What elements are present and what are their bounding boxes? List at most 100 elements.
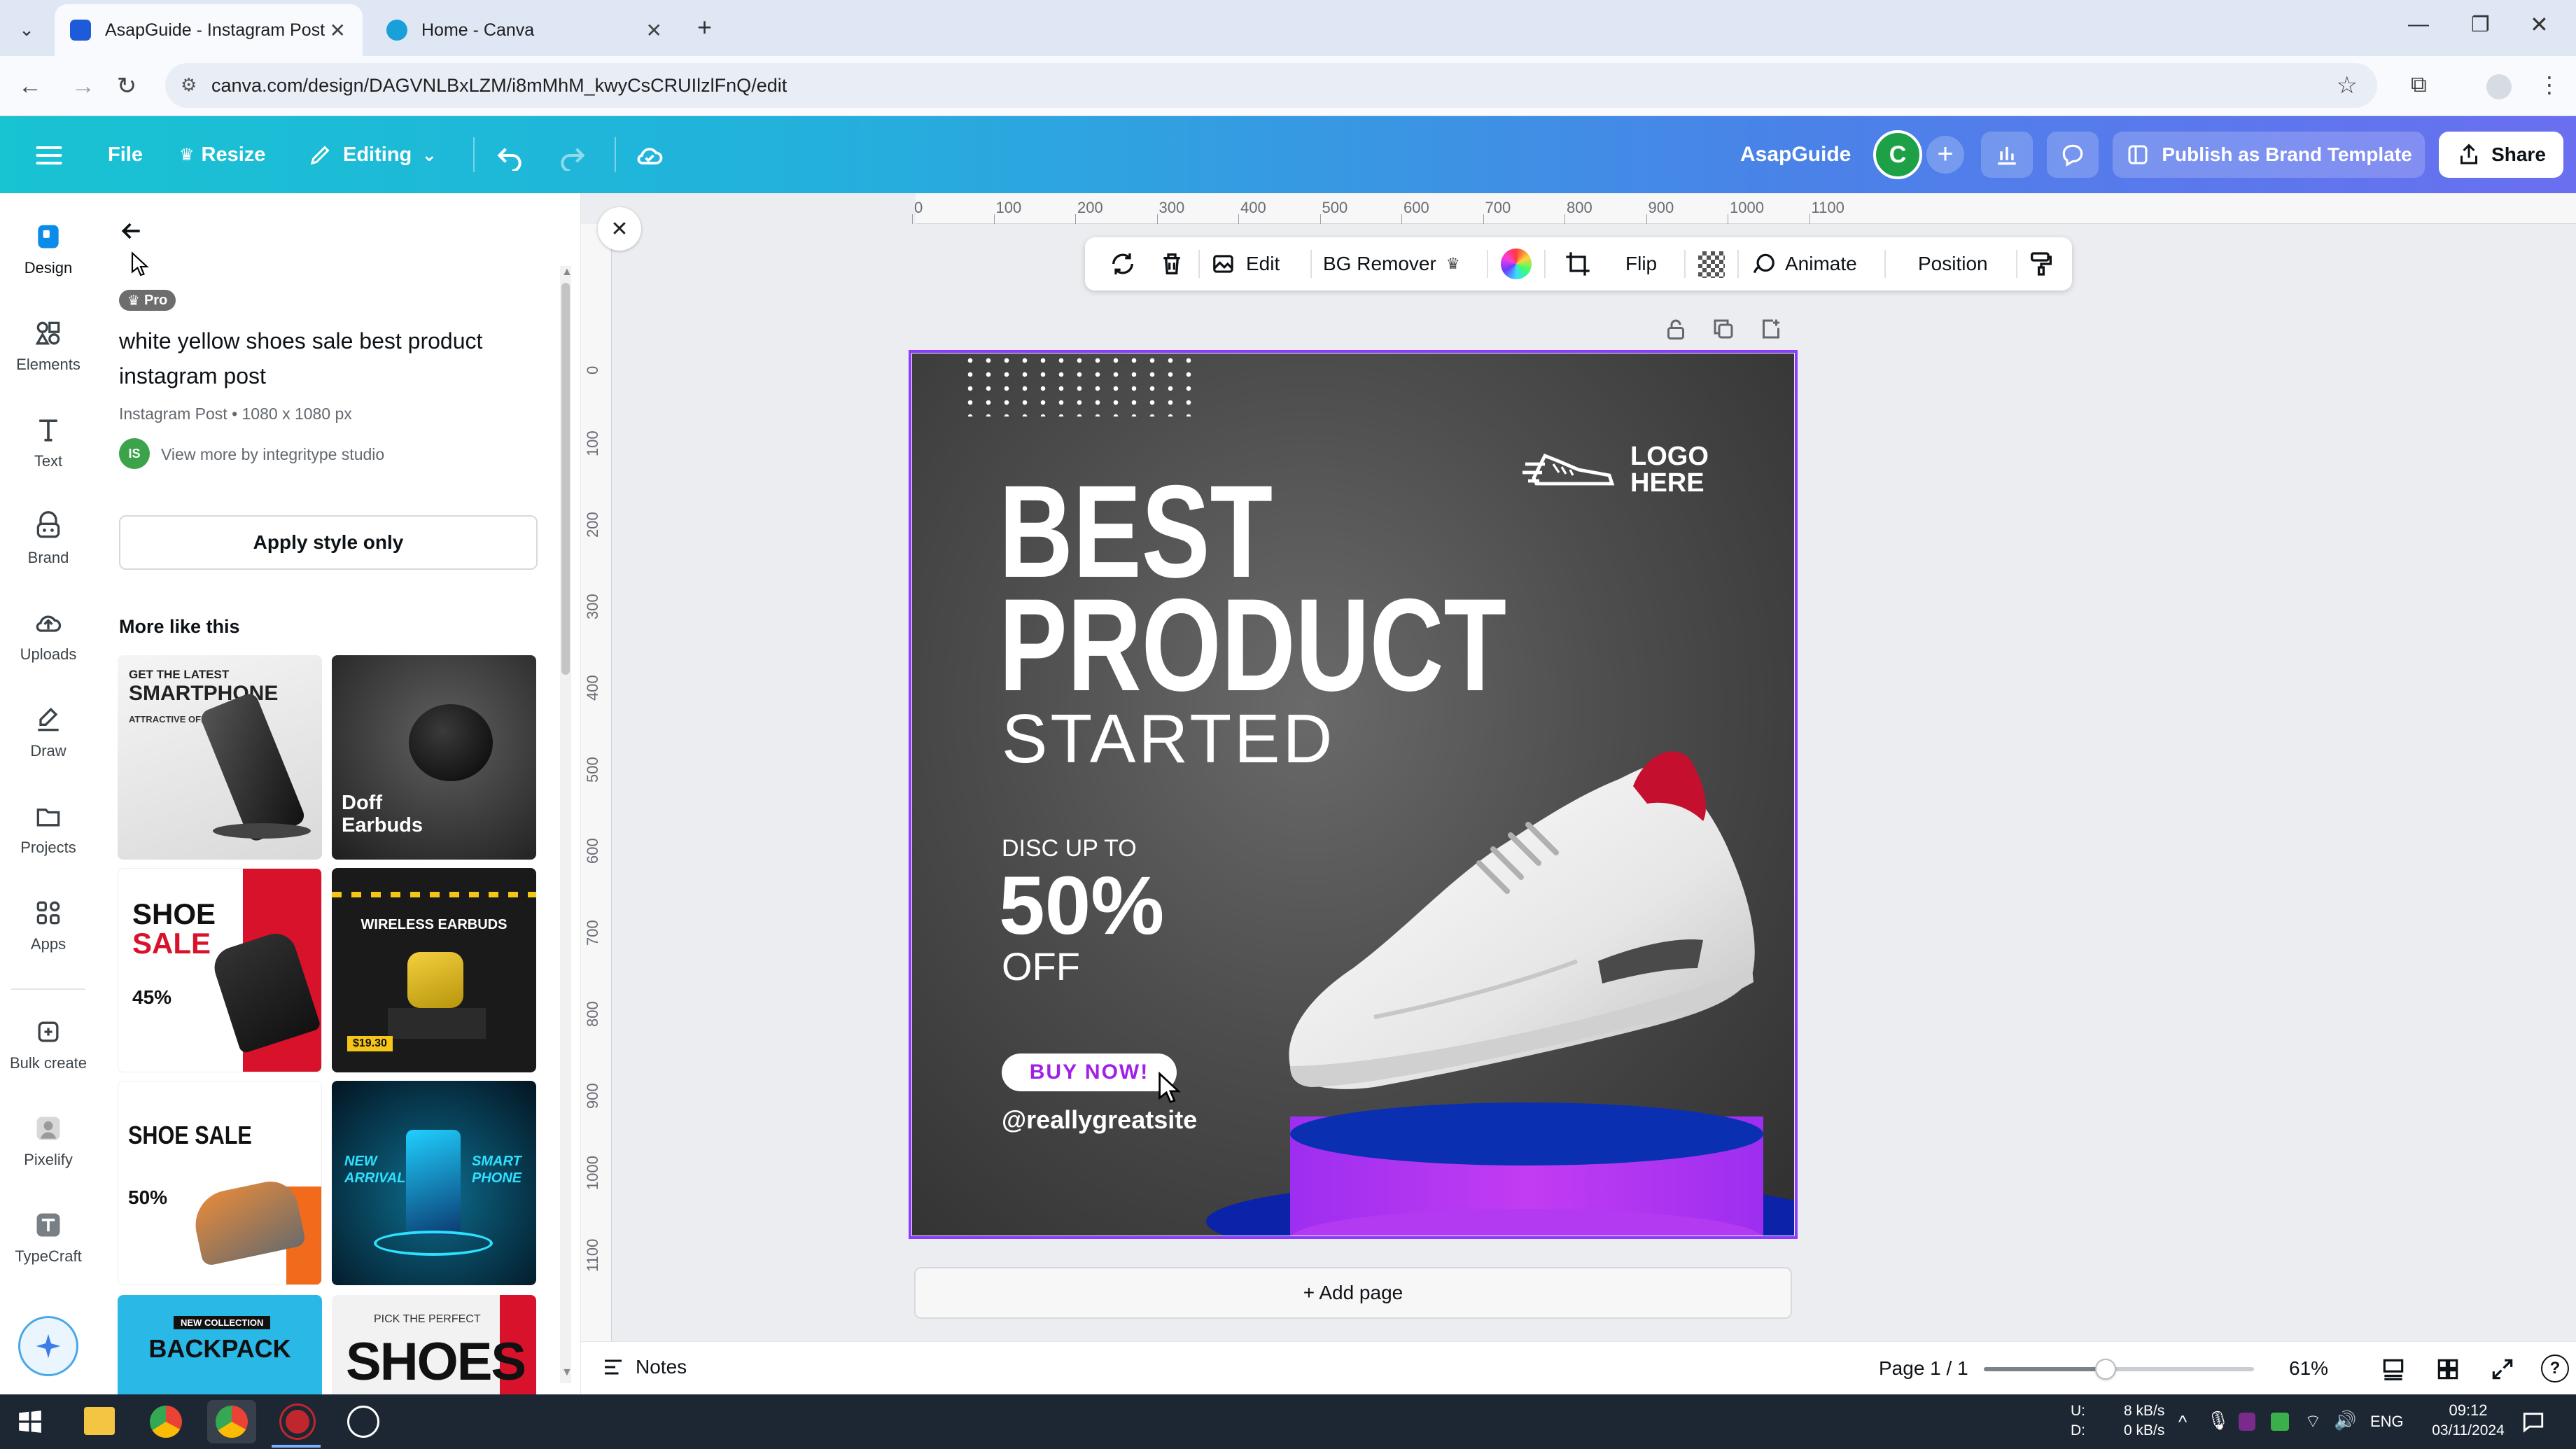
position-button[interactable]: Position	[1918, 237, 1988, 290]
animate-button[interactable]: Animate	[1750, 237, 1857, 290]
bookmark-star-icon[interactable]: ☆	[2337, 71, 2358, 99]
panel-scrollbar-thumb[interactable]	[561, 283, 570, 675]
color-adjust-icon[interactable]	[1501, 248, 1532, 279]
url-field[interactable]: ⚙ canva.com/design/DAGVNLBxLZM/i8mMhM_kw…	[165, 63, 2377, 108]
template-thumb-shoes[interactable]: PICK THE PERFECT SHOES	[332, 1295, 536, 1394]
clock-app-icon[interactable]	[347, 1406, 379, 1438]
flip-button[interactable]: Flip	[1625, 237, 1657, 290]
lock-icon[interactable]	[1663, 316, 1688, 342]
rail-item-elements[interactable]: Elements	[0, 318, 97, 400]
tab-asapguide[interactable]: AsapGuide - Instagram Post ✕	[55, 4, 363, 56]
template-thumb-smartphone[interactable]: GET THE LATEST SMARTPHONE ATTRACTIVE OFF…	[118, 655, 322, 860]
duplicate-page-icon[interactable]	[1711, 316, 1736, 342]
team-name[interactable]: AsapGuide	[1740, 116, 1851, 193]
author-avatar[interactable]: IS	[119, 438, 150, 469]
zoom-level[interactable]: 61%	[2289, 1357, 2328, 1380]
resize-button[interactable]: ♛ Resize	[179, 116, 265, 193]
tray-app-icon[interactable]	[2271, 1413, 2289, 1431]
volume-icon[interactable]: 🔊	[2334, 1410, 2356, 1432]
edit-image-button[interactable]: Edit	[1211, 237, 1280, 290]
wifi-icon[interactable]: ⌔	[2304, 1410, 2321, 1433]
file-explorer-icon[interactable]	[84, 1407, 115, 1435]
transparency-icon[interactable]	[1698, 251, 1725, 278]
copy-style-icon[interactable]	[2027, 250, 2055, 278]
rail-item-projects[interactable]: Projects	[0, 801, 97, 883]
template-thumb-shoe-sale[interactable]: SHOE SALE 45%	[118, 868, 322, 1072]
close-panel-button[interactable]: ✕	[598, 207, 641, 251]
file-menu-button[interactable]: File	[108, 116, 143, 193]
add-page-button[interactable]: + Add page	[914, 1267, 1792, 1319]
page-indicator[interactable]: Page 1 / 1	[1879, 1357, 1968, 1380]
redo-icon[interactable]	[557, 140, 588, 171]
taskbar-active-app[interactable]	[207, 1400, 256, 1443]
minimize-icon[interactable]: —	[2408, 13, 2429, 36]
language-indicator[interactable]: ENG	[2370, 1413, 2404, 1431]
clock-date[interactable]: 03/11/2024	[2429, 1422, 2507, 1439]
comments-button[interactable]	[2047, 132, 2099, 178]
rail-item-typecraft[interactable]: TypeCraft	[0, 1210, 97, 1292]
publish-brand-template-button[interactable]: Publish as Brand Template	[2113, 132, 2425, 178]
template-thumb-shoe-sale-orange[interactable]: SHOE SALE 50%	[118, 1081, 322, 1285]
buy-now-button[interactable]: BUY NOW!	[1002, 1054, 1177, 1091]
notes-button[interactable]: Notes	[601, 1354, 687, 1380]
browser-menu-icon[interactable]: ⋮	[2538, 71, 2561, 98]
tray-chevron-icon[interactable]: ^	[2178, 1411, 2187, 1433]
clock-time[interactable]: 09:12	[2433, 1401, 2503, 1420]
trash-icon[interactable]	[1158, 250, 1186, 278]
hamburger-menu-icon[interactable]	[34, 140, 64, 171]
page-view-icon[interactable]	[2380, 1356, 2407, 1382]
add-page-icon[interactable]	[1758, 316, 1784, 342]
reload-icon[interactable]: ↻	[112, 71, 141, 101]
share-button[interactable]: Share	[2439, 132, 2563, 178]
new-tab-icon[interactable]: +	[697, 13, 712, 42]
zoom-slider[interactable]	[1984, 1359, 2254, 1380]
rail-item-draw[interactable]: Draw	[0, 704, 97, 787]
user-avatar[interactable]: C	[1873, 130, 1922, 179]
zoom-slider-handle[interactable]	[2094, 1359, 2116, 1380]
crop-icon[interactable]	[1564, 250, 1592, 278]
author-link[interactable]: View more by integritype studio	[161, 445, 384, 464]
microphone-icon[interactable]: 🎙	[2206, 1410, 2230, 1432]
insights-button[interactable]	[1981, 132, 2033, 178]
rail-item-design[interactable]: Design	[0, 221, 97, 304]
apply-style-button[interactable]: Apply style only	[119, 515, 538, 570]
undo-icon[interactable]	[494, 140, 525, 171]
forward-icon[interactable]: →	[69, 71, 98, 101]
editing-mode-button[interactable]: Editing ⌄	[308, 116, 437, 193]
rail-item-pixelify[interactable]: Pixelify	[0, 1113, 97, 1196]
invite-plus-icon[interactable]: +	[1926, 136, 1964, 174]
panel-scrollbar-track[interactable]: ▲ ▼	[560, 266, 573, 1383]
notification-icon[interactable]	[2521, 1410, 2545, 1434]
cloud-saved-icon[interactable]	[634, 140, 665, 171]
template-thumb-wireless-earbuds[interactable]: WIRELESS EARBUDS $19.30	[332, 868, 536, 1072]
bg-remover-button[interactable]: BG Remover ♛	[1323, 237, 1460, 290]
grid-view-icon[interactable]	[2435, 1356, 2461, 1382]
template-thumb-backpack[interactable]: NEW COLLECTION BACKPACK	[118, 1295, 322, 1394]
rail-item-uploads[interactable]: Uploads	[0, 608, 97, 690]
rail-item-text[interactable]: Text	[0, 414, 97, 497]
site-info-icon[interactable]: ⚙	[181, 74, 202, 95]
extensions-icon[interactable]: ⧉	[2411, 71, 2427, 98]
chrome-icon[interactable]	[150, 1406, 182, 1438]
tab-home-canva[interactable]: Home - Canva ✕	[371, 4, 679, 56]
rail-item-bulk-create[interactable]: Bulk create	[0, 1016, 97, 1099]
close-tab-icon[interactable]: ✕	[646, 19, 662, 42]
fullscreen-icon[interactable]	[2489, 1356, 2516, 1382]
tab-search-icon[interactable]: ⌄	[13, 15, 41, 43]
windows-start-icon[interactable]	[17, 1408, 43, 1435]
magic-assistant-button[interactable]	[18, 1316, 78, 1376]
tray-app-icon[interactable]	[2239, 1413, 2255, 1431]
scroll-up-icon[interactable]: ▲	[561, 266, 573, 283]
recorder-icon[interactable]	[281, 1406, 314, 1438]
design-canvas[interactable]: LOGO HERE BEST PRODUCT STARTED DISC UP T…	[912, 354, 1794, 1236]
template-thumb-earbuds[interactable]: Doff Earbuds	[332, 655, 536, 860]
template-thumb-smart-phone[interactable]: NEW ARRIVAL SMART PHONE	[332, 1081, 536, 1285]
back-icon[interactable]: ←	[15, 71, 45, 101]
replace-icon[interactable]	[1109, 250, 1137, 278]
restore-icon[interactable]: ❐	[2471, 13, 2490, 37]
help-icon[interactable]: ?	[2541, 1354, 2569, 1382]
rail-item-brand[interactable]: Brand	[0, 511, 97, 594]
profile-avatar[interactable]	[2486, 74, 2512, 99]
close-tab-icon[interactable]: ✕	[330, 19, 346, 42]
rail-item-apps[interactable]: Apps	[0, 897, 97, 980]
